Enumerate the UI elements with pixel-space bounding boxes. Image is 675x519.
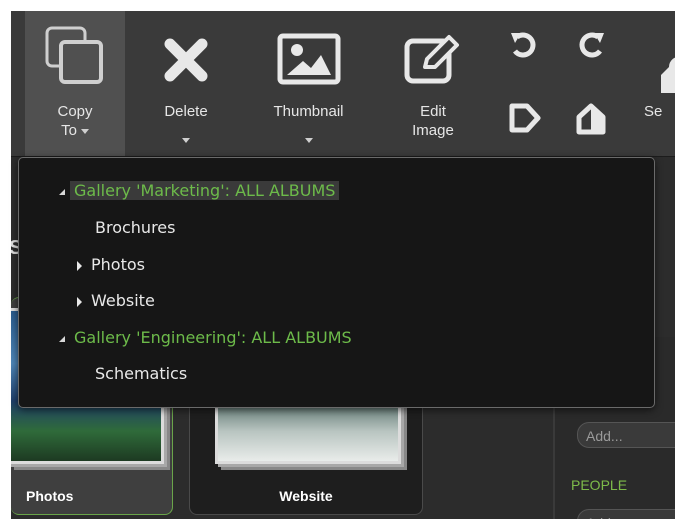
album-label: Schematics — [95, 364, 188, 383]
tree-album-schematics[interactable]: Schematics — [95, 361, 187, 387]
tree-gallery-engineering[interactable]: Gallery 'Engineering': ALL ALBUMS — [59, 325, 352, 351]
copy-to-dropdown: Gallery 'Marketing': ALL ALBUMS Brochure… — [18, 157, 655, 408]
lock-icon — [661, 53, 675, 98]
image-icon — [277, 33, 341, 90]
people-add-input[interactable]: Add... — [577, 509, 675, 519]
album-tile-label: Photos — [26, 488, 74, 504]
flip-vertical-button[interactable] — [568, 11, 614, 156]
album-label: Website — [91, 291, 155, 310]
close-icon — [164, 38, 208, 87]
security-button[interactable]: Se — [636, 11, 675, 156]
thumbnail-button[interactable]: Thumbnail — [256, 11, 361, 156]
flip-vertical-icon — [576, 103, 606, 140]
tree-gallery-marketing[interactable]: Gallery 'Marketing': ALL ALBUMS — [59, 178, 340, 204]
edit-icon — [403, 31, 463, 90]
delete-label: Delete — [164, 103, 208, 120]
gallery-label: Gallery 'Engineering': ALL ALBUMS — [74, 328, 352, 347]
delete-button[interactable]: Delete — [141, 11, 231, 156]
people-label: PEOPLE — [571, 477, 628, 493]
flip-horizontal-icon — [509, 103, 541, 138]
thumbnail-label: Thumbnail — [273, 103, 344, 120]
tree-album-photos[interactable]: Photos — [77, 252, 145, 278]
expanded-triangle-icon[interactable] — [59, 188, 65, 195]
gallery-label: Gallery 'Marketing': ALL ALBUMS — [70, 181, 340, 200]
album-label: Photos — [91, 255, 145, 274]
copy-icon — [44, 25, 106, 90]
chevron-down-icon — [80, 128, 89, 134]
chevron-down-icon — [182, 138, 190, 143]
expanded-triangle-icon[interactable] — [59, 335, 65, 342]
flip-horizontal-button[interactable] — [501, 11, 549, 156]
copy-to-label: Copy To — [57, 103, 93, 139]
security-label: Se — [644, 103, 663, 120]
chevron-down-icon — [304, 138, 313, 143]
album-tile-label: Website — [279, 488, 333, 504]
edit-image-button[interactable]: Edit Image — [389, 11, 477, 156]
copy-to-button[interactable]: Copy To — [25, 11, 125, 156]
album-label: Brochures — [95, 218, 176, 237]
collapsed-triangle-icon[interactable] — [77, 260, 82, 271]
keywords-add-input[interactable]: Add... — [577, 422, 675, 448]
tree-album-brochures[interactable]: Brochures — [95, 215, 175, 241]
toolbar: Copy To Delete Thumbnail Edit Image Se — [11, 11, 675, 157]
collapsed-triangle-icon[interactable] — [77, 296, 82, 307]
edit-image-label: Edit Image — [412, 103, 454, 139]
tree-album-website[interactable]: Website — [77, 288, 155, 314]
